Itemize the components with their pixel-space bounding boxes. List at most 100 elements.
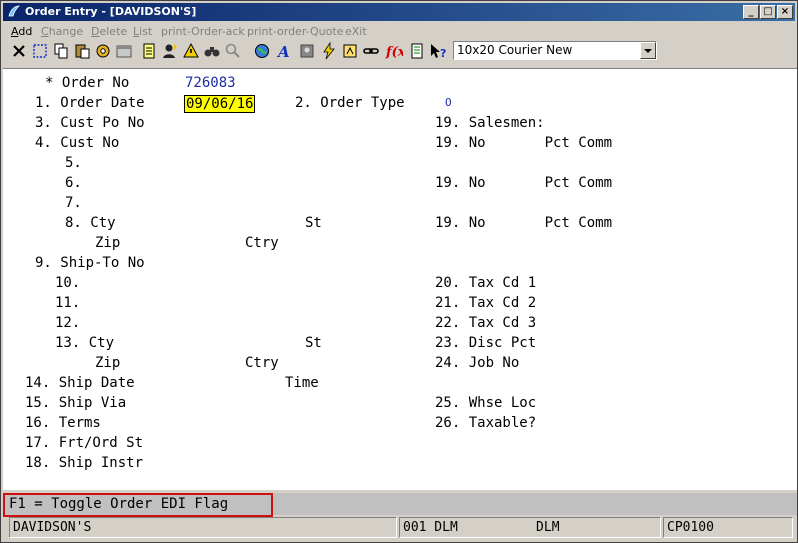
minimize-icon: _ [748,6,754,17]
status-bar: DAVIDSON'S 001 DLM DLM CP0100 [3,516,797,540]
web-tool-button[interactable] [252,41,272,61]
settings-tool-button[interactable] [93,41,113,61]
salesman-row-2: 19. No Pct Comm [435,175,613,191]
find-tool-button[interactable] [202,41,222,61]
chevron-down-icon [644,49,652,53]
order-type-value: O [445,96,452,109]
disc-pct-label: 23. Disc Pct [435,335,537,351]
menu-print-order-quote[interactable]: print-order-Quote [247,25,343,38]
status-company: DAVIDSON'S [9,517,397,538]
order-no-value: 726083 [185,75,236,91]
contacts-icon [300,44,314,58]
taxable-label: 26. Taxable? [435,415,537,431]
search-tool-button[interactable] [223,41,243,61]
menu-add[interactable]: Add [11,25,32,38]
font-select-value: 10x20 Courier New [457,43,573,57]
lightning-icon [323,41,335,60]
list-tool-button[interactable] [407,41,427,61]
svg-text:?: ? [440,47,446,60]
terms-label: 16. Terms [25,415,101,431]
function-tool-button[interactable]: f(x) [383,41,403,61]
font-tool-button[interactable]: A [273,41,293,61]
menu-add-rest: dd [18,25,33,38]
frt-ord-st-label: 17. Frt/Ord St [25,435,144,451]
order-date-label: 1. Order Date [35,95,145,111]
salesmen-label: 19. Salesmen: [435,115,545,131]
ship-zip-label: Zip [95,355,121,371]
order-type-label: 2. Order Type [295,95,405,111]
order-no-label: * Order No [45,75,130,91]
font-select-dropdown-button[interactable] [640,42,656,59]
menu-bar: Add Change Delete List print-Order-ack p… [3,23,795,39]
list-icon [411,43,423,59]
order-date-input[interactable]: 09/06/16 [184,95,256,113]
menu-change[interactable]: Change [41,25,83,38]
line-5-label: 5. [65,155,82,171]
menu-exit[interactable]: eXit [345,25,367,38]
user-icon [163,44,177,58]
notes-tool-button[interactable] [139,41,159,61]
menu-delete[interactable]: Delete [91,25,127,38]
link-icon [363,48,379,54]
terminal-screen: * Order No 726083 1. Order Date 09/06/16… [3,68,797,490]
city-label: 8. Cty [65,215,116,231]
close-icon: × [780,6,790,17]
tax-cd-1-label: 20. Tax Cd 1 [435,275,537,291]
ship-state-label: St [305,335,322,351]
maximize-icon: □ [763,6,773,17]
function-key-hint: F1 = Toggle Order EDI Flag [9,496,229,512]
menu-change-u: C [41,25,49,38]
status-user: 001 DLM DLM [399,517,661,538]
macro-icon [343,44,357,58]
line-10-label: 10. [55,275,81,291]
ship-country-label: Ctry [245,355,279,371]
window-icon [116,45,132,58]
cust-po-label: 3. Cust Po No [35,115,145,131]
message-line: F1 = Toggle Order EDI Flag [3,493,797,517]
time-label: Time [285,375,319,391]
gear-icon [96,44,110,58]
zip-label: Zip [95,235,121,251]
line-7-label: 7. [65,195,82,211]
menu-print-order-ack[interactable]: print-Order-ack [161,25,245,38]
salesman-row-1: 19. No Pct Comm [435,135,613,151]
select-tool-button[interactable] [30,41,50,61]
function-icon: f(x) [385,45,403,60]
copy-tool-button[interactable] [51,41,71,61]
help-tool-button[interactable]: ? [428,41,448,61]
font-select[interactable]: 10x20 Courier New [453,41,657,60]
menu-list-rest: ist [139,25,153,38]
run-tool-button[interactable] [319,41,339,61]
x-icon [13,45,25,57]
line-12-label: 12. [55,315,81,331]
ship-instr-label: 18. Ship Instr [25,455,144,471]
ship-to-label: 9. Ship-To No [35,255,145,271]
link-tool-button[interactable] [361,41,381,61]
app-window: Order Entry - [DAVIDSON'S] _ □ × Add Cha… [0,0,798,543]
tax-cd-3-label: 22. Tax Cd 3 [435,315,537,331]
contacts-tool-button[interactable] [297,41,317,61]
warning-icon [183,42,199,58]
cancel-tool-button[interactable] [9,41,29,61]
app-icon [8,5,20,17]
help-pointer-icon: ? [431,44,446,60]
warning-tool-button[interactable] [181,41,201,61]
globe-icon [255,44,269,58]
maximize-button[interactable]: □ [760,5,776,19]
window-tool-button[interactable] [114,41,134,61]
ship-date-label: 14. Ship Date [25,375,135,391]
menu-list[interactable]: List [133,25,152,38]
macro-tool-button[interactable] [340,41,360,61]
title-bar: Order Entry - [DAVIDSON'S] _ □ × [3,3,795,21]
salesman-row-3: 19. No Pct Comm [435,215,613,231]
paste-tool-button[interactable] [72,41,92,61]
select-rect-icon [33,44,47,58]
close-button[interactable]: × [777,5,793,19]
toolbar: A f(x) ? [3,39,795,63]
ship-city-label: 13. Cty [55,335,115,351]
minimize-button[interactable]: _ [743,5,759,19]
line-6-label: 6. [65,175,82,191]
user-tool-button[interactable] [160,41,180,61]
copy-icon [54,43,68,59]
ship-via-label: 15. Ship Via [25,395,127,411]
